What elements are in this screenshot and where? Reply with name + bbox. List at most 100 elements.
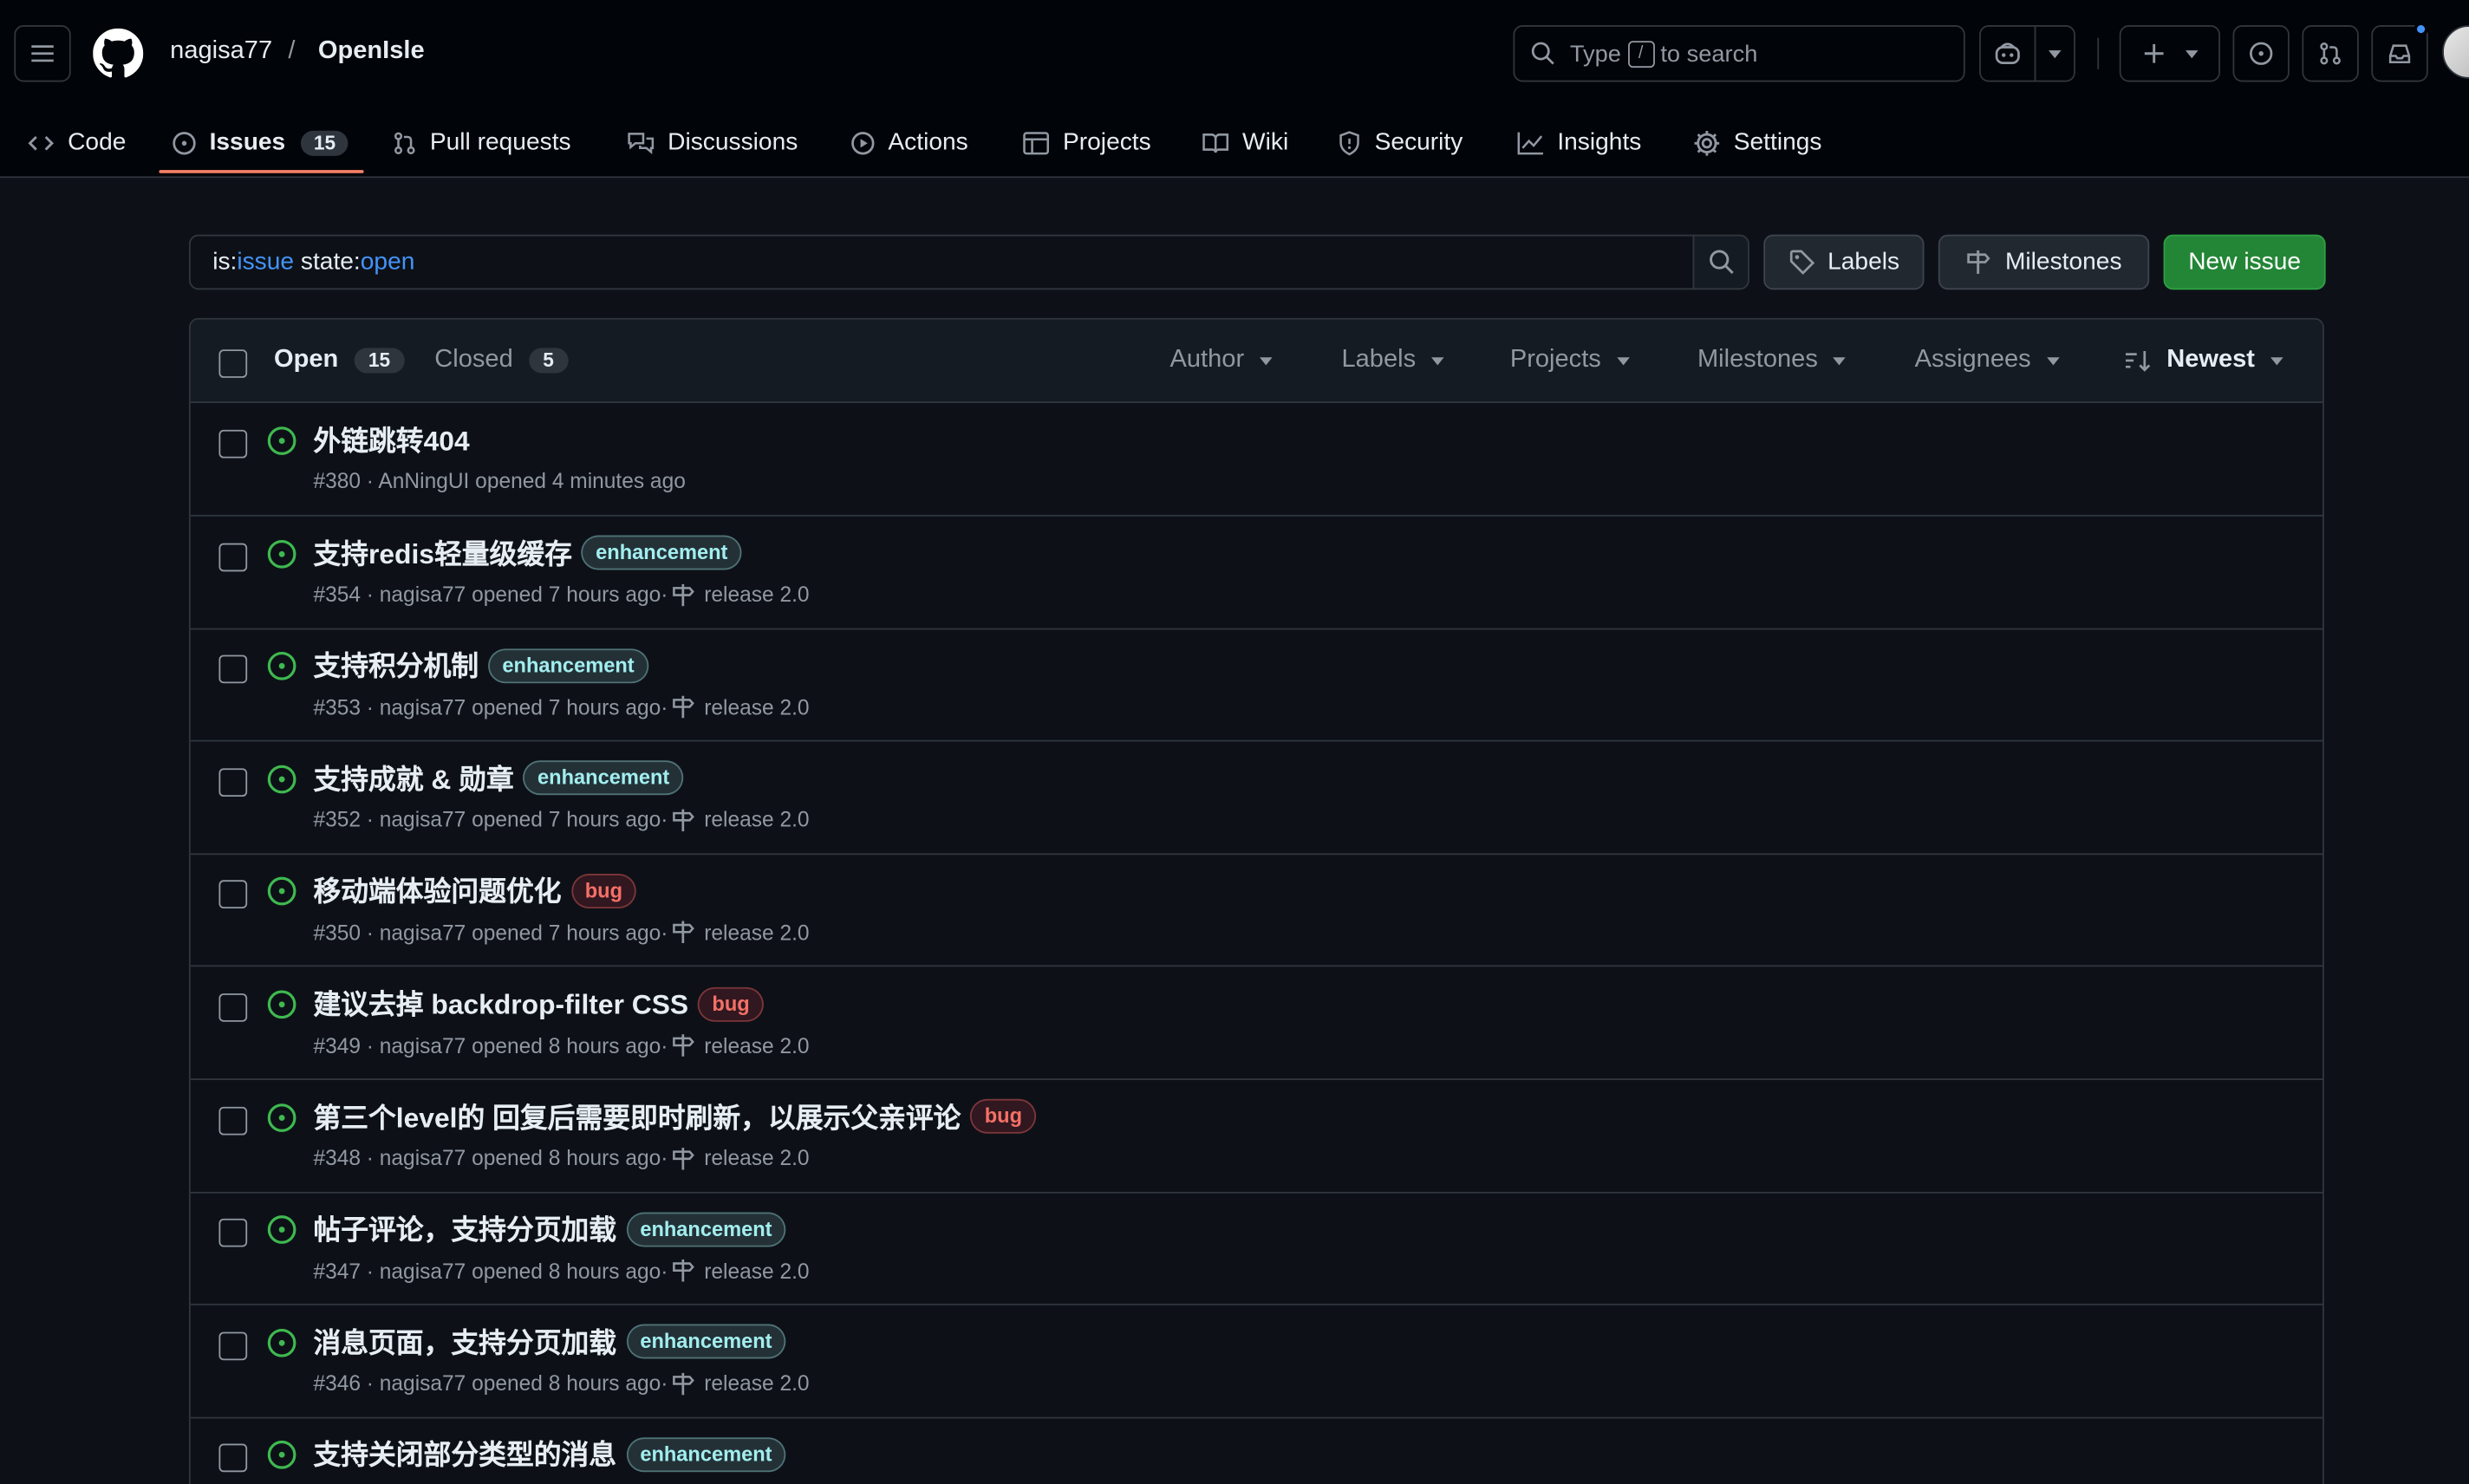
issue-checkbox[interactable] (218, 1331, 248, 1360)
issue-title-link[interactable]: 支持成就 & 勋章 enhancement (313, 758, 684, 797)
issue-checkbox[interactable] (218, 1106, 248, 1135)
issue-milestone-link[interactable]: release 2.0 (671, 920, 810, 945)
issue-row[interactable]: 支持积分机制 enhancement #353 · nagisa77 opened … (190, 628, 2323, 742)
issue-title-link[interactable]: 支持关闭部分类型的消息 enhancement (313, 1435, 786, 1474)
issues-shortcut-button[interactable] (2232, 25, 2290, 82)
issue-label-bug[interactable]: bug (970, 1098, 1037, 1134)
issue-filter-input[interactable]: is: issue state: open (188, 234, 1695, 290)
issue-label-enhancement[interactable]: enhancement (625, 1211, 786, 1246)
open-issues-toggle[interactable]: Open 15 (274, 347, 405, 375)
issue-row[interactable]: 第三个level的 回复后需要即时刷新，以展示父亲评论 bug #348 · nag… (190, 1079, 2323, 1194)
author-filter-dropdown[interactable]: Author (1170, 347, 1273, 375)
global-search-input[interactable]: Type / to search (1513, 25, 1965, 82)
issue-title-link[interactable]: 外链跳转404 (313, 420, 469, 459)
issue-meta-text: #348 · nagisa77 opened 8 hours ago· (313, 1146, 668, 1170)
issue-milestone-link[interactable]: release 2.0 (671, 582, 810, 607)
issue-label-enhancement[interactable]: enhancement (523, 760, 684, 796)
issue-title-link[interactable]: 帖子评论，支持分页加载 enhancement (313, 1209, 786, 1248)
select-all-checkbox[interactable] (218, 349, 248, 378)
closed-issues-toggle[interactable]: Closed 5 (434, 347, 569, 375)
milestones-button[interactable]: Milestones (1938, 234, 2150, 290)
issue-label-enhancement[interactable]: enhancement (581, 535, 742, 570)
issue-milestone-link[interactable]: release 2.0 (671, 694, 810, 719)
issue-meta-text: #347 · nagisa77 opened 8 hours ago· (313, 1259, 668, 1283)
issue-milestone-link[interactable]: release 2.0 (671, 807, 810, 832)
issue-milestone-link[interactable]: release 2.0 (671, 1146, 810, 1171)
issue-title-link[interactable]: 消息页面，支持分页加载 enhancement (313, 1322, 786, 1361)
issue-checkbox[interactable] (218, 881, 248, 909)
issue-row[interactable]: 帖子评论，支持分页加载 enhancement #347 · nagisa77 op… (190, 1192, 2323, 1306)
tab-pull-requests[interactable]: Pull requests (392, 107, 571, 179)
issue-milestone-link[interactable]: release 2.0 (671, 1371, 810, 1396)
issue-title-link[interactable]: 建议去掉 backdrop-filter CSS bug (313, 984, 765, 1023)
github-logo-icon[interactable] (93, 28, 144, 79)
issue-meta: #350 · nagisa77 opened 7 hours ago· relea… (313, 920, 809, 945)
issue-checkbox[interactable] (218, 542, 248, 571)
milestone-icon (673, 1147, 695, 1169)
labels-filter-label: Labels (1341, 346, 1417, 374)
milestones-filter-label: Milestones (1697, 346, 1818, 374)
issue-title-link[interactable]: 支持积分机制 enhancement (313, 646, 648, 685)
issue-title-link[interactable]: 移动端体验问题优化 bug (313, 871, 637, 910)
issue-row[interactable]: 支持成就 & 勋章 enhancement #352 · nagisa77 open… (190, 741, 2323, 855)
breadcrumb-owner[interactable]: nagisa77 (170, 38, 272, 67)
issue-label-enhancement[interactable]: enhancement (625, 1325, 786, 1360)
tab-discussions[interactable]: Discussions (627, 107, 798, 179)
tab-projects[interactable]: Projects (1022, 107, 1151, 179)
issue-milestone-link[interactable]: release 2.0 (671, 1259, 810, 1284)
tag-icon (1789, 250, 1814, 275)
issue-row[interactable]: 移动端体验问题优化 bug #350 · nagisa77 opened 7 hou… (190, 854, 2323, 967)
issue-meta-text: #353 · nagisa77 opened 7 hours ago· (313, 695, 668, 719)
issue-checkbox[interactable] (218, 1444, 248, 1473)
issue-meta: #354 · nagisa77 opened 7 hours ago· relea… (313, 582, 809, 607)
issue-checkbox[interactable] (218, 1219, 248, 1247)
user-avatar[interactable] (2442, 25, 2469, 79)
filter-search-button[interactable] (1692, 234, 1749, 290)
pull-requests-shortcut-button[interactable] (2302, 25, 2359, 82)
issue-label-enhancement[interactable]: enhancement (625, 1437, 786, 1473)
breadcrumb-separator: / (288, 37, 296, 65)
menu-button[interactable] (14, 25, 71, 82)
new-issue-button[interactable]: New issue (2163, 234, 2326, 290)
sort-dropdown[interactable]: Newest (2124, 347, 2283, 375)
issue-row[interactable]: 外链跳转404 #380 · AnNingUI opened 4 minutes … (190, 403, 2323, 517)
tab-code[interactable]: Code (27, 107, 127, 179)
labels-filter-dropdown[interactable]: Labels (1341, 346, 1444, 375)
milestone-icon (673, 1034, 695, 1057)
tab-actions[interactable]: Actions (850, 107, 968, 179)
issue-checkbox[interactable] (218, 993, 248, 1022)
issue-title-link[interactable]: 第三个level的 回复后需要即时刷新，以展示父亲评论 bug (313, 1097, 1037, 1136)
issue-opened-icon (173, 131, 196, 154)
issue-row[interactable]: 支持redis轻量级缓存 enhancement #354 · nagisa77 o… (190, 516, 2323, 629)
milestone-icon (673, 1259, 695, 1282)
issue-list: Open 15 Closed 5 Author Labels Projects … (188, 317, 2324, 1484)
tab-security[interactable]: Security (1337, 107, 1463, 179)
tab-insights[interactable]: Insights (1516, 107, 1641, 179)
issue-label-bug[interactable]: bug (570, 873, 637, 908)
copilot-button[interactable] (1979, 25, 2036, 82)
create-new-button[interactable] (2119, 25, 2220, 82)
issue-row[interactable]: 建议去掉 backdrop-filter CSS bug #349 · nagisa… (190, 967, 2323, 1080)
tab-actions-label: Actions (888, 128, 968, 155)
issue-title-link[interactable]: 支持redis轻量级缓存 enhancement (313, 533, 742, 572)
tab-settings[interactable]: Settings (1693, 107, 1821, 179)
issue-checkbox[interactable] (218, 767, 248, 797)
tab-wiki[interactable]: Wiki (1202, 107, 1288, 179)
issue-milestone-link[interactable]: release 2.0 (671, 1032, 810, 1058)
issue-row[interactable]: 消息页面，支持分页加载 enhancement #346 · nagisa77 op… (190, 1305, 2323, 1419)
milestone-icon (673, 921, 695, 944)
issue-label-enhancement[interactable]: enhancement (488, 648, 648, 683)
copilot-dropdown-button[interactable] (2034, 25, 2075, 82)
labels-button[interactable]: Labels (1763, 234, 1925, 290)
issue-row[interactable]: 支持关闭部分类型的消息 enhancement (191, 1417, 2322, 1484)
milestones-filter-dropdown[interactable]: Milestones (1697, 347, 1847, 375)
tab-issues[interactable]: Issues 15 (172, 107, 349, 179)
breadcrumb-repo[interactable]: OpenIsle (318, 38, 425, 67)
issue-open-icon (266, 425, 297, 464)
issue-meta-text: #352 · nagisa77 opened 7 hours ago· (313, 808, 668, 832)
issue-checkbox[interactable] (218, 654, 248, 684)
issue-label-bug[interactable]: bug (698, 986, 765, 1021)
issue-checkbox[interactable] (218, 429, 248, 459)
assignees-filter-dropdown[interactable]: Assignees (1915, 347, 2060, 375)
projects-filter-dropdown[interactable]: Projects (1510, 347, 1630, 375)
